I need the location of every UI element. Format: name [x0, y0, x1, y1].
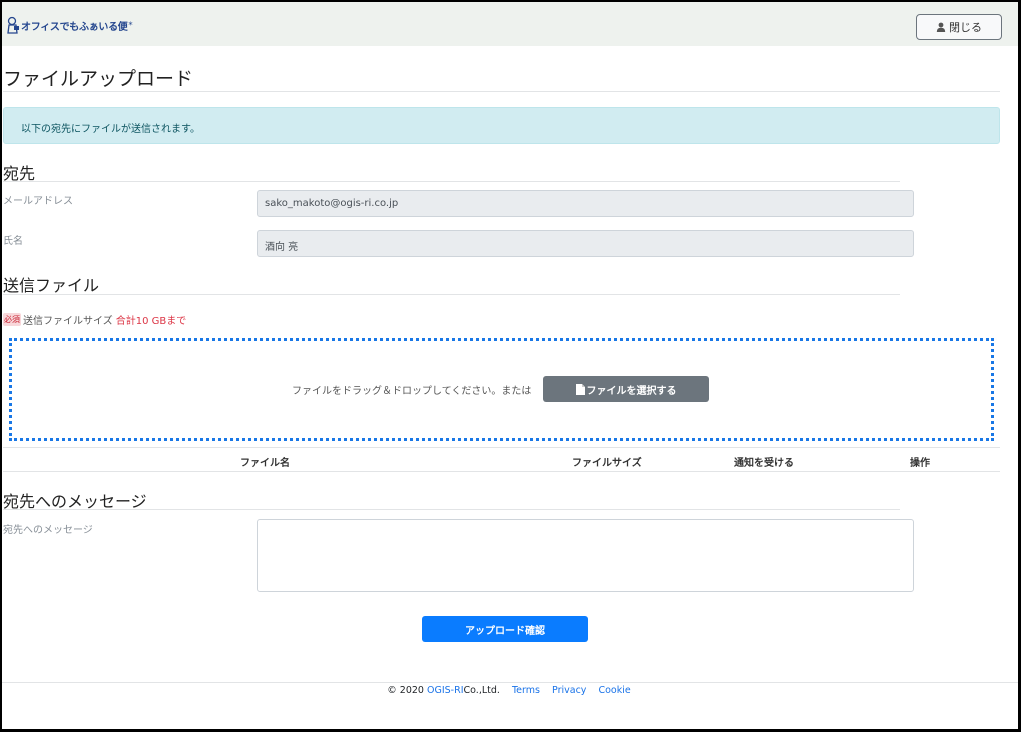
footer-divider — [2, 682, 1018, 683]
table-top-divider — [3, 447, 1000, 448]
column-header-file-size: ファイルサイズ — [572, 458, 642, 469]
select-file-button[interactable]: ファイルを選択する — [543, 376, 709, 402]
select-file-button-label: ファイルを選択する — [586, 385, 677, 397]
top-navbar: オフィスでもふぁいる便 * 閉じる — [2, 2, 1018, 46]
logo-mascot-icon — [6, 16, 20, 34]
footer-copyright: © 2020 — [387, 685, 424, 696]
page-title: ファイルアップロード — [3, 68, 194, 90]
footer-terms-link[interactable]: Terms — [512, 685, 540, 696]
close-button[interactable]: 閉じる — [916, 14, 1002, 40]
files-section-title: 送信ファイル — [3, 276, 100, 295]
dropzone-text: ファイルをドラッグ＆ドロップしてください。または — [292, 386, 532, 397]
message-textarea[interactable] — [257, 519, 914, 592]
close-button-label: 閉じる — [949, 21, 982, 34]
file-size-limit: 合計10 GBまで — [115, 316, 187, 327]
column-header-file-name: ファイル名 — [240, 458, 290, 469]
message-label: 宛先へのメッセージ — [3, 525, 93, 536]
footer-cookie-link[interactable]: Cookie — [598, 685, 630, 696]
message-divider — [3, 509, 900, 510]
column-header-action: 操作 — [910, 458, 930, 469]
file-icon — [575, 383, 585, 395]
table-bottom-divider — [3, 471, 1000, 472]
info-alert: 以下の宛先にファイルが送信されます。 — [3, 107, 1000, 144]
email-label: メールアドレス — [3, 196, 73, 207]
footer-privacy-link[interactable]: Privacy — [552, 685, 586, 696]
files-divider — [3, 294, 900, 295]
column-header-notify: 通知を受ける — [734, 458, 794, 469]
email-field[interactable]: sako_makoto@ogis-ri.co.jp — [257, 190, 914, 217]
name-field[interactable]: 酒向 亮 — [257, 230, 914, 257]
upload-confirm-button[interactable]: アップロード確認 — [422, 616, 588, 642]
logo-mark-symbol: * — [128, 20, 133, 30]
user-icon — [936, 22, 946, 32]
app-logo[interactable]: オフィスでもふぁいる便 * — [6, 14, 132, 36]
footer: © 2020 OGIS-RICo.,Ltd. Terms Privacy Coo… — [0, 685, 1018, 696]
logo-text: オフィスでもふぁいる便 — [21, 21, 128, 33]
file-size-label: 送信ファイルサイズ — [23, 316, 113, 327]
title-divider — [3, 91, 1000, 92]
file-size-line: 必須 送信ファイルサイズ 合計10 GBまで — [3, 312, 186, 327]
required-badge: 必須 — [3, 313, 21, 326]
footer-company-suffix: Co.,Ltd. — [463, 685, 500, 696]
recipient-divider — [3, 181, 900, 182]
footer-company-link[interactable]: OGIS-RI — [427, 685, 464, 696]
name-label: 氏名 — [3, 236, 23, 247]
